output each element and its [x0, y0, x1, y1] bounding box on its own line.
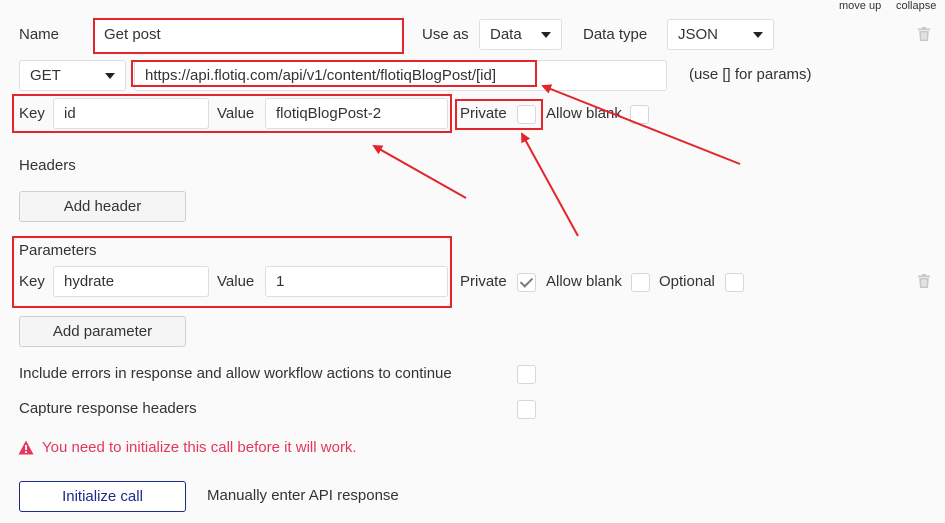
- annotation-arrow-private: [521, 132, 579, 237]
- annotation-arrows: [372, 84, 741, 237]
- annotation-arrow-value: [372, 145, 467, 199]
- annotation-arrow-url: [541, 84, 741, 165]
